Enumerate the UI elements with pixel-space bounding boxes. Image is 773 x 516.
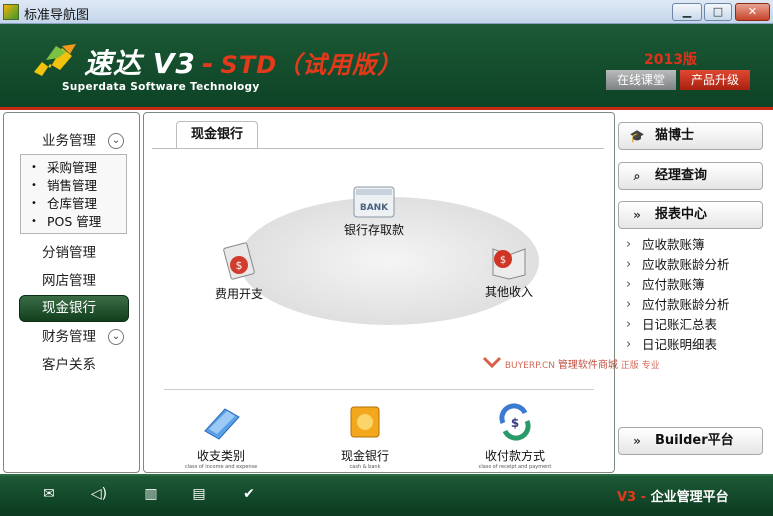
report-link[interactable]: 应付款账龄分析	[626, 296, 730, 314]
platform-label: V3 - 企业管理平台	[617, 490, 729, 505]
business-submenu: 采购管理 销售管理 仓库管理 POS 管理	[20, 154, 127, 234]
watermark-logo-icon	[482, 356, 502, 369]
nav-webstore[interactable]: 网店管理	[4, 269, 139, 293]
svg-text:$: $	[511, 416, 519, 430]
report-link[interactable]: 应付款账簿	[626, 276, 705, 294]
income-book-icon: $	[492, 248, 526, 280]
tab-cash-bank[interactable]: 现金银行	[176, 121, 258, 149]
document-icon[interactable]: ▤	[188, 484, 210, 504]
book-icon[interactable]: ▥	[140, 484, 162, 504]
cat-doctor-icon: 🎓	[629, 129, 645, 143]
node-expense[interactable]: $ 费用开支	[204, 241, 274, 302]
nav-business-management[interactable]: 业务管理 ⌄	[4, 129, 139, 153]
upgrade-button[interactable]: 产品升级	[680, 70, 750, 90]
report-link[interactable]: 应收款账龄分析	[626, 256, 730, 274]
quick-cash-bank[interactable]: 现金银行 cash & bank	[310, 403, 420, 470]
node-label: 费用开支	[214, 287, 263, 301]
submenu-item-purchase[interactable]: 采购管理	[31, 159, 97, 177]
quick-divider	[164, 389, 594, 390]
node-other-income[interactable]: $ 其他收入	[469, 239, 549, 300]
brand-version: V3	[152, 47, 196, 80]
submenu-item-pos[interactable]: POS 管理	[31, 213, 101, 231]
svg-text:$: $	[500, 255, 506, 266]
payment-cycle-icon: $	[499, 403, 531, 441]
node-label: 其他收入	[484, 285, 533, 299]
quick-label: 现金银行	[340, 449, 389, 463]
online-course-button[interactable]: 在线课堂	[606, 70, 676, 90]
header-banner: 速达 V3- STD（试用版） Superdata Software Techno…	[0, 24, 773, 110]
doctor-button[interactable]: 🎓 猫博士	[618, 122, 763, 150]
search-icon: ⌕	[633, 169, 641, 183]
manager-query-button[interactable]: ⌕ 经理查询	[618, 162, 763, 190]
submenu-item-warehouse[interactable]: 仓库管理	[31, 195, 97, 213]
speaker-icon[interactable]: ◁)	[88, 484, 110, 504]
submenu-item-sales[interactable]: 销售管理	[31, 177, 97, 195]
nav-finance[interactable]: 财务管理 ⌄	[4, 325, 139, 349]
quick-payment-method[interactable]: $ 收付款方式 class of receipt and payment	[460, 403, 570, 470]
brand-trial: （试用版）	[277, 51, 403, 79]
double-chevron-icon: »	[633, 208, 641, 222]
quick-sublabel: class of receipt and payment	[478, 464, 552, 470]
tab-divider	[152, 148, 604, 149]
company-name: Superdata Software Technology	[62, 81, 260, 93]
chevron-down-icon[interactable]: ⌄	[108, 329, 124, 345]
quick-sublabel: class of income and expense	[184, 464, 258, 470]
report-center-button[interactable]: » 报表中心	[618, 201, 763, 229]
node-label: 银行存取款	[343, 223, 404, 237]
nav-label: 业务管理	[42, 133, 96, 149]
year-label: 2013版	[644, 52, 697, 68]
minimize-button[interactable]: ▁	[672, 3, 702, 21]
nav-distribution[interactable]: 分销管理	[4, 241, 139, 265]
quick-sublabel: cash & bank	[349, 464, 381, 470]
check-circle-icon[interactable]: ✔	[238, 484, 260, 504]
bank-icon-label: BANK	[360, 203, 389, 213]
quick-label: 收付款方式	[484, 449, 545, 463]
double-chevron-icon: »	[633, 434, 641, 448]
title-bar: 标准导航图 ▁ □ ✕	[0, 0, 773, 24]
watermark-mall: 管理软件商城	[557, 360, 618, 371]
category-folder-icon	[204, 408, 240, 440]
nav-crm[interactable]: 客户关系	[4, 353, 139, 377]
brand-edition: STD	[220, 51, 278, 79]
cash-bank-icon	[350, 406, 380, 438]
brand-name: 速达	[84, 47, 143, 80]
report-link[interactable]: 应收款账簿	[626, 236, 705, 254]
expense-book-icon: $	[223, 242, 255, 280]
window-title: 标准导航图	[24, 8, 90, 23]
chevron-down-icon[interactable]: ⌄	[108, 133, 124, 149]
node-bank-deposit[interactable]: BANK 银行存取款	[334, 183, 414, 238]
report-link[interactable]: 日记账汇总表	[626, 316, 717, 334]
nav-cash-bank[interactable]: 现金银行	[19, 295, 129, 322]
quick-label: 收支类别	[196, 449, 245, 463]
main-panel: 现金银行 BANK 银行存取款 $ 费用开支 $ 其他收入 BUYERP.CN …	[143, 112, 660, 473]
report-link[interactable]: 日记账明细表	[626, 336, 717, 354]
app-icon	[3, 4, 19, 20]
footer-bar: ✉ ◁) ▥ ▤ ✔ V3 - 企业管理平台	[0, 474, 773, 516]
brand-title: 速达 V3- STD（试用版）	[84, 47, 403, 80]
bank-icon: BANK	[353, 186, 395, 218]
svg-text:$: $	[236, 259, 243, 272]
close-button[interactable]: ✕	[735, 3, 770, 21]
maximize-button[interactable]: □	[704, 3, 732, 21]
builder-platform-button[interactable]: » Builder平台	[618, 427, 763, 455]
mail-icon[interactable]: ✉	[38, 484, 60, 504]
logo-icon	[34, 44, 76, 76]
watermark-site: BUYERP.CN	[504, 361, 555, 371]
right-panel: 🎓 猫博士 ⌕ 经理查询 » 报表中心 应收款账簿 应收款账龄分析 应付款账簿 …	[614, 112, 769, 473]
left-navigation: 业务管理 ⌄ 采购管理 销售管理 仓库管理 POS 管理 分销管理 网店管理 现…	[3, 112, 140, 473]
quick-income-expense-category[interactable]: 收支类别 class of income and expense	[166, 403, 276, 470]
